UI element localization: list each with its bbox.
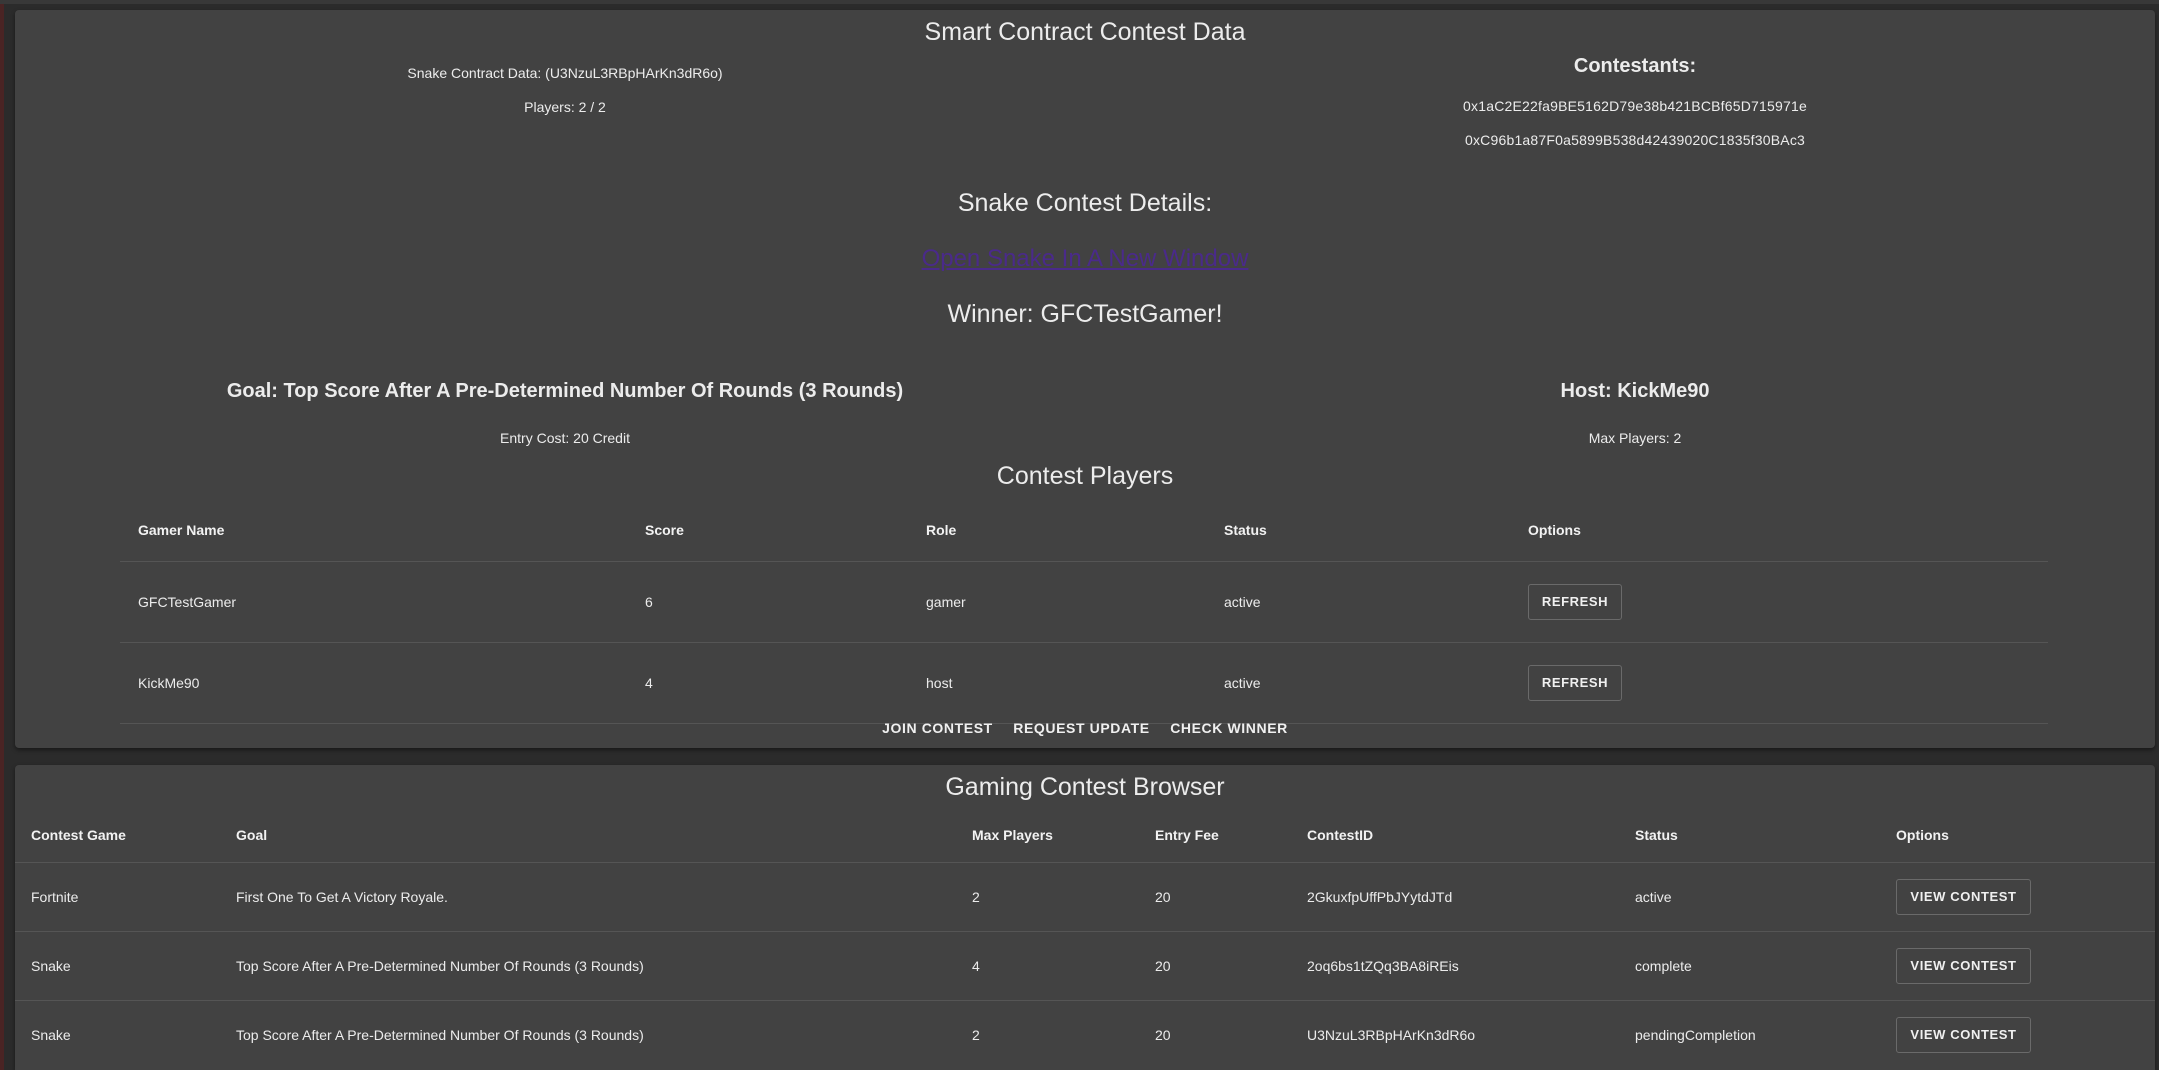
refresh-button[interactable]: REFRESH	[1528, 664, 1622, 701]
view-contest-button[interactable]: VIEW CONTEST	[1896, 878, 2031, 915]
gamer-name: GFCTestGamer	[138, 593, 237, 610]
contest-goal: First One To Get A Victory Royale.	[236, 888, 448, 905]
table-row: Snake Top Score After A Pre-Determined N…	[15, 1000, 2155, 1069]
header-status: Status	[1224, 522, 1267, 539]
header-role: Role	[926, 522, 957, 539]
gamer-status: active	[1224, 674, 1261, 691]
open-snake-link[interactable]: Open Snake In A New Window	[922, 245, 1249, 272]
contest-game: Fortnite	[31, 888, 79, 905]
contest-title: Smart Contract Contest Data	[924, 18, 1246, 46]
winner-label: Winner: GFCTestGamer!	[947, 300, 1223, 328]
gamer-score: 4	[645, 674, 653, 691]
gamer-score: 6	[645, 593, 653, 610]
host-label: Host: KickMe90	[1560, 380, 1710, 402]
table-row: GFCTestGamer 6 gamer active REFRESH	[120, 561, 2048, 642]
contract-data-label: Snake Contract Data: (U3NzuL3RBpHArKn3dR…	[407, 65, 723, 81]
players-heading: Contest Players	[996, 462, 1174, 490]
table-row: Fortnite First One To Get A Victory Roya…	[15, 862, 2155, 931]
header-score: Score	[645, 522, 684, 539]
contest-status: complete	[1635, 957, 1692, 974]
browser-table-header: Contest Game Goal Max Players Entry Fee …	[15, 809, 2155, 862]
players-table-header: Gamer Name Score Role Status Options	[120, 500, 2048, 561]
view-contest-button[interactable]: VIEW CONTEST	[1896, 1016, 2031, 1053]
refresh-button[interactable]: REFRESH	[1528, 583, 1622, 620]
contest-max-players: 4	[972, 957, 980, 974]
goal-label: Goal: Top Score After A Pre-Determined N…	[226, 380, 904, 402]
header-entry-fee: Entry Fee	[1155, 827, 1219, 844]
players-table: Gamer Name Score Role Status Options GFC…	[120, 500, 2048, 724]
window-top-edge	[0, 0, 2159, 4]
contest-max-players: 2	[972, 888, 980, 905]
header-gamer-name: Gamer Name	[138, 522, 225, 539]
contest-max-players: 2	[972, 1026, 980, 1043]
header-contest-id: ContestID	[1307, 827, 1374, 844]
header-contest-game: Contest Game	[31, 827, 126, 844]
contest-entry-fee: 20	[1155, 957, 1171, 974]
details-heading: Snake Contest Details:	[957, 189, 1213, 217]
gamer-role: host	[926, 674, 953, 691]
contest-id: 2GkuxfpUffPbJYytdJTd	[1307, 888, 1453, 905]
table-row: KickMe90 4 host active REFRESH	[120, 642, 2048, 723]
browser-title: Gaming Contest Browser	[945, 773, 1225, 801]
gamer-status: active	[1224, 593, 1261, 610]
contest-goal: Top Score After A Pre-Determined Number …	[236, 957, 644, 974]
contest-game: Snake	[31, 957, 71, 974]
max-players-label: Max Players: 2	[1588, 430, 1682, 446]
contest-entry-fee: 20	[1155, 888, 1171, 905]
header-status: Status	[1635, 827, 1678, 844]
check-winner-button[interactable]: CHECK WINNER	[1163, 720, 1295, 736]
header-max-players: Max Players	[972, 827, 1053, 844]
contest-id: 2oq6bs1tZQq3BA8iREis	[1307, 957, 1459, 974]
entry-cost-label: Entry Cost: 20 Credit	[500, 430, 630, 446]
contest-data-card: Smart Contract Contest Data Snake Contra…	[15, 10, 2155, 748]
header-goal: Goal	[236, 827, 268, 844]
view-contest-button[interactable]: VIEW CONTEST	[1896, 947, 2031, 984]
contest-status: pendingCompletion	[1635, 1026, 1756, 1043]
header-options: Options	[1896, 827, 1949, 844]
contest-status: active	[1635, 888, 1672, 905]
join-contest-button[interactable]: JOIN CONTEST	[875, 720, 1000, 736]
contest-browser-card: Gaming Contest Browser Contest Game Goal…	[15, 765, 2155, 1070]
table-row: Snake Top Score After A Pre-Determined N…	[15, 931, 2155, 1000]
contestants-heading: Contestants:	[1573, 55, 1697, 77]
contest-id: U3NzuL3RBpHArKn3dR6o	[1307, 1026, 1476, 1043]
window-left-edge	[0, 0, 4, 1070]
header-options: Options	[1528, 522, 1581, 539]
contestant-address: 0x1aC2E22fa9BE5162D79e38b421BCBf65D71597…	[1463, 98, 1807, 114]
gamer-name: KickMe90	[138, 674, 200, 691]
contest-entry-fee: 20	[1155, 1026, 1171, 1043]
gamer-role: gamer	[926, 593, 966, 610]
contestant-address: 0xC96b1a87F0a5899B538d42439020C1835f30BA…	[1464, 132, 1806, 148]
contest-actions: JOIN CONTEST REQUEST UPDATE CHECK WINNER	[15, 720, 2155, 738]
request-update-button[interactable]: REQUEST UPDATE	[1006, 720, 1157, 736]
contest-browser-table: Contest Game Goal Max Players Entry Fee …	[15, 809, 2155, 1069]
players-count: Players: 2 / 2	[524, 99, 606, 115]
contest-goal: Top Score After A Pre-Determined Number …	[236, 1026, 644, 1043]
contest-game: Snake	[31, 1026, 71, 1043]
